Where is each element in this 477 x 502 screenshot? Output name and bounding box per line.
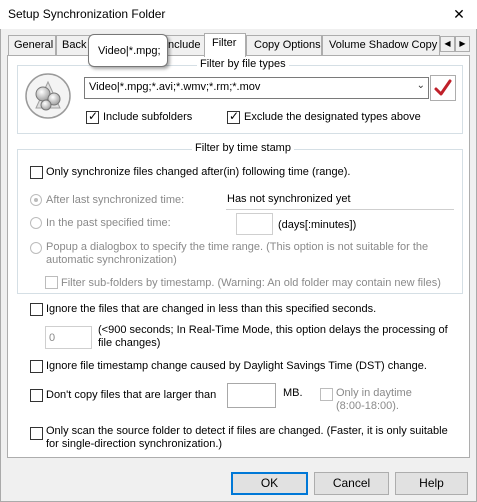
apply-filter-button[interactable] [430,75,456,101]
title-bar: Setup Synchronization Folder ✕ [0,0,477,29]
dont-copy-large-checkbox[interactable] [30,389,43,402]
exclude-types-label: Exclude the designated types above [244,111,421,123]
film-reel-icon [24,72,72,120]
chevron-down-icon[interactable]: ⌄ [417,80,425,91]
popup-radio[interactable] [30,242,42,254]
ignore-dst-label: Ignore file timestamp change caused by D… [46,360,427,372]
ignore-dst-checkbox[interactable] [30,360,43,373]
in-past-radio[interactable] [30,217,42,229]
tab-label: General [14,39,54,51]
tab-general[interactable]: General [8,35,56,56]
ignore-recent-label: Ignore the files that are changed in les… [46,303,377,315]
tab-scroll-right-icon[interactable]: ▶ [455,36,470,52]
ignore-recent-checkbox[interactable] [30,303,43,316]
file-types-legend: Filter by file types [197,58,289,70]
in-past-label: In the past specified time: [46,217,171,229]
close-icon[interactable]: ✕ [447,4,471,24]
tab-scroll-left-icon[interactable]: ◀ [440,36,455,52]
tab-label: Filter [212,37,237,49]
help-button[interactable]: Help [395,472,468,495]
after-last-radio[interactable] [30,194,42,206]
file-types-combobox[interactable]: Video|*.mpg;*.avi;*.wmv;*.rm;*.mov ⌄ [84,77,429,99]
include-subfolders-label: Include subfolders [103,111,193,123]
tab-copy-options[interactable]: Copy Options [246,35,322,56]
cancel-button[interactable]: Cancel [314,472,389,495]
seconds-note: (<900 seconds; In Real-Time Mode, this o… [98,324,448,349]
checkmark-icon [434,79,452,96]
only-changed-label: Only synchronize files changed after(in)… [46,166,351,178]
filter-subfolders-checkbox[interactable] [45,276,58,289]
seconds-value: 0 [49,332,56,344]
tab-label: Back [62,39,87,51]
tab-filter[interactable]: Filter [204,33,246,57]
only-changed-checkbox[interactable] [30,166,43,179]
file-types-group [17,65,463,134]
in-past-unit: (days[:minutes]) [278,219,357,231]
only-scan-label: Only scan the source folder to detect if… [46,425,448,450]
filter-subfolders-label: Filter sub-folders by timestamp. (Warnin… [61,277,441,289]
exclude-types-checkbox[interactable] [227,109,240,124]
only-daytime-label: Only in daytime (8:00-18:00). [336,387,412,412]
ok-button[interactable]: OK [231,472,308,495]
only-scan-checkbox[interactable] [30,427,43,440]
tooltip: Video|*.mpg; [88,34,168,67]
tab-label: Volume Shadow Copy [329,39,438,51]
last-sync-value: Has not synchronized yet [226,188,454,210]
window-title: Setup Synchronization Folder [8,7,166,21]
in-past-field[interactable] [236,213,273,235]
only-daytime-checkbox[interactable] [320,388,333,401]
file-types-combo-value: Video|*.mpg;*.avi;*.wmv;*.rm;*.mov [89,81,261,93]
tab-label: Copy Options [254,39,321,51]
seconds-field[interactable]: 0 [45,326,92,349]
max-size-field[interactable] [227,383,276,408]
tooltip-text: Video|*.mpg; [98,45,161,57]
popup-label: Popup a dialogbox to specify the time ra… [46,241,429,266]
tab-volume-shadow-copy[interactable]: Volume Shadow Copy [322,35,440,56]
dont-copy-large-label: Don't copy files that are larger than [46,389,217,401]
after-last-label: After last synchronized time: [46,194,185,206]
max-size-unit: MB. [283,387,303,399]
last-sync-text: Has not synchronized yet [227,193,351,205]
include-subfolders-checkbox[interactable] [86,109,99,124]
time-stamp-legend: Filter by time stamp [192,142,294,154]
tab-label: Include [165,39,201,51]
